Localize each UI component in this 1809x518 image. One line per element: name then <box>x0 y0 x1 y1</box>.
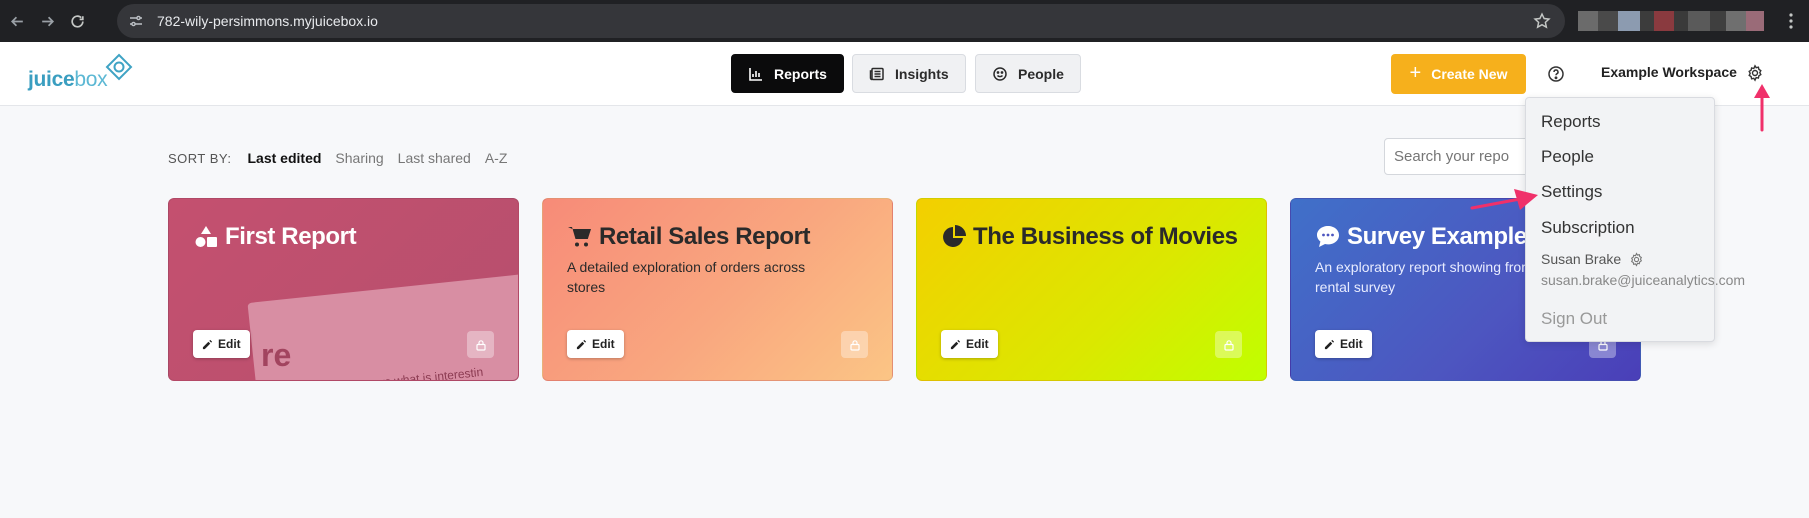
tab-reports[interactable]: Reports <box>731 54 844 93</box>
gear-icon[interactable] <box>1746 64 1764 82</box>
menu-item-reports[interactable]: Reports <box>1541 112 1601 132</box>
report-preview-heading: re <box>261 337 292 373</box>
browser-toolbar: 782-wily-persimmons.myjuicebox.io <box>0 0 1809 42</box>
edit-label: Edit <box>1340 337 1363 351</box>
url-text[interactable]: 782-wily-persimmons.myjuicebox.io <box>157 13 378 29</box>
menu-sign-out[interactable]: Sign Out <box>1541 309 1607 329</box>
menu-item-subscription[interactable]: Subscription <box>1541 218 1635 238</box>
cart-icon <box>568 227 591 247</box>
sort-label: SORT BY: <box>168 151 232 166</box>
newspaper-icon <box>869 67 884 80</box>
forward-icon[interactable] <box>34 8 60 34</box>
tab-people-label: People <box>1018 65 1064 82</box>
card-title: Survey Example <box>1315 223 1527 251</box>
lock-icon <box>1223 339 1234 351</box>
lock-icon <box>475 339 486 351</box>
lock-icon <box>849 339 860 351</box>
sort-last-edited[interactable]: Last edited <box>248 150 322 166</box>
tab-reports-label: Reports <box>774 65 827 82</box>
speech-bubble-icon <box>1317 226 1339 247</box>
tab-people[interactable]: People <box>975 54 1081 93</box>
reload-icon[interactable] <box>64 8 90 34</box>
pencil-icon <box>1324 339 1335 349</box>
menu-user: Susan Brake <box>1541 251 1644 267</box>
lock-button[interactable] <box>1215 331 1242 358</box>
edit-label: Edit <box>218 337 241 351</box>
tab-insights-label: Insights <box>895 65 949 82</box>
plus-icon: + <box>1409 61 1422 84</box>
help-icon[interactable] <box>1547 65 1565 83</box>
workspace-name[interactable]: Example Workspace <box>1601 64 1737 80</box>
card-title-text: Retail Sales Report <box>599 223 811 250</box>
edit-button[interactable]: Edit <box>567 330 624 358</box>
back-icon[interactable] <box>4 8 30 34</box>
report-card-first-report[interactable]: re ...ers what is interestin First Repor… <box>168 198 519 381</box>
report-card-retail-sales[interactable]: Retail Sales Report A detailed explorati… <box>542 198 893 381</box>
menu-user-name: Susan Brake <box>1541 251 1622 267</box>
sort-bar: SORT BY: Last edited Sharing Last shared… <box>168 150 507 166</box>
user-settings-gear-icon[interactable] <box>1629 251 1644 267</box>
pencil-icon <box>576 339 587 349</box>
sort-last-shared[interactable]: Last shared <box>398 150 471 166</box>
card-title-text: Survey Example <box>1347 223 1527 250</box>
address-bar[interactable]: 782-wily-persimmons.myjuicebox.io <box>117 4 1565 38</box>
menu-user-email: susan.brake@juiceanalytics.com <box>1541 272 1746 288</box>
card-description: A detailed exploration of orders across … <box>567 259 806 295</box>
card-title: The Business of Movies <box>941 223 1238 251</box>
menu-item-people[interactable]: People <box>1541 147 1594 167</box>
card-title-text: First Report <box>225 223 357 250</box>
browser-menu-icon[interactable] <box>1787 12 1795 30</box>
bar-chart-icon <box>749 67 762 81</box>
tab-insights[interactable]: Insights <box>852 54 966 93</box>
pencil-icon <box>950 339 961 349</box>
shapes-icon <box>195 226 217 247</box>
pencil-icon <box>202 339 213 349</box>
menu-item-settings[interactable]: Settings <box>1541 182 1602 202</box>
workspace-dropdown-menu: Reports People Settings Subscription Sus… <box>1525 97 1745 342</box>
extensions-area[interactable] <box>1578 8 1778 34</box>
card-title: Retail Sales Report <box>567 223 811 251</box>
create-new-button[interactable]: + Create New <box>1391 54 1526 94</box>
card-title: First Report <box>193 223 357 251</box>
edit-label: Edit <box>592 337 615 351</box>
bookmark-star-icon[interactable] <box>1533 12 1551 30</box>
pie-icon <box>943 225 966 247</box>
lock-button[interactable] <box>841 331 868 358</box>
logo-diamond-icon <box>105 53 133 81</box>
annotation-arrow-right-icon <box>1470 189 1538 210</box>
report-card-business-of-movies[interactable]: The Business of Movies Edit <box>916 198 1267 381</box>
create-new-label: Create New <box>1431 66 1508 82</box>
edit-label: Edit <box>966 337 989 351</box>
smiley-icon <box>993 66 1007 81</box>
edit-button[interactable]: Edit <box>1315 330 1372 358</box>
logo-text-bold: juice <box>28 68 75 91</box>
edit-button[interactable]: Edit <box>193 330 250 358</box>
edit-button[interactable]: Edit <box>941 330 998 358</box>
card-title-text: The Business of Movies <box>973 223 1238 250</box>
site-info-icon[interactable] <box>127 12 145 30</box>
juicebox-logo[interactable]: juicebox <box>28 52 133 96</box>
annotation-arrow-up-icon <box>1754 84 1770 132</box>
sort-sharing[interactable]: Sharing <box>335 150 383 166</box>
lock-button[interactable] <box>467 331 494 358</box>
sort-a-z[interactable]: A-Z <box>485 150 508 166</box>
